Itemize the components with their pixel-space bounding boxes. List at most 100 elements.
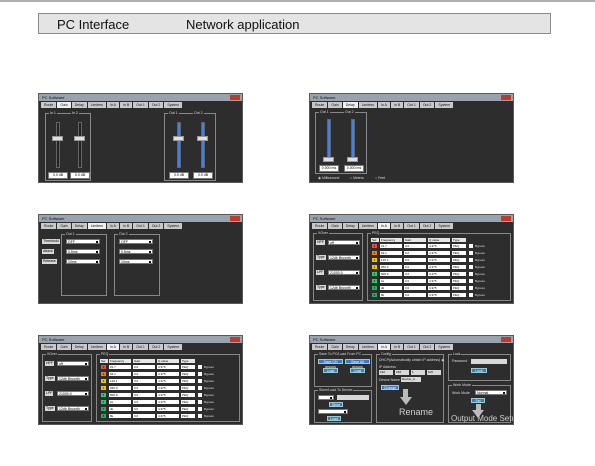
tab-route[interactable]: Route bbox=[312, 344, 328, 350]
peq-bypass-checkbox[interactable] bbox=[469, 279, 473, 283]
limiter-out2-release-select[interactable]: 10ms bbox=[119, 259, 153, 264]
peq-band-select-button[interactable]: 2 bbox=[101, 372, 106, 376]
tab-route[interactable]: Route bbox=[312, 223, 328, 229]
peq-type-select[interactable]: PEQ bbox=[181, 372, 195, 376]
window-close-button[interactable] bbox=[501, 216, 511, 221]
tab-out-2[interactable]: Out 2 bbox=[148, 344, 164, 350]
peq-q-field[interactable]: 4.375 bbox=[157, 407, 179, 411]
peq-band-select-button[interactable]: 3 bbox=[372, 258, 377, 262]
xover-field-select[interactable]: 12db Bruwrth bbox=[328, 255, 360, 260]
peq-gain-field[interactable]: 0.0 bbox=[404, 272, 426, 276]
peq-q-field[interactable]: 4.375 bbox=[428, 251, 450, 255]
peq-frequency-field[interactable]: 63.1 bbox=[109, 372, 131, 376]
tab-out-2[interactable]: Out 2 bbox=[419, 344, 435, 350]
peq-type-select[interactable]: PEQ bbox=[181, 414, 195, 418]
set-button[interactable]: Set bbox=[471, 398, 485, 403]
gain-out2-fader-track[interactable] bbox=[201, 122, 205, 168]
gain-out1-fader-knob[interactable] bbox=[173, 136, 184, 141]
work-mode-select[interactable]: Normal bbox=[475, 390, 507, 395]
peq-band-select-button[interactable]: 2 bbox=[372, 251, 377, 255]
tab-in-a[interactable]: In A bbox=[106, 223, 120, 229]
tab-in-b[interactable]: In B bbox=[391, 223, 404, 229]
peq-gain-field[interactable]: 0.0 bbox=[404, 251, 426, 255]
peq-frequency-field[interactable]: 31.7 bbox=[380, 244, 402, 248]
peq-frequency-field[interactable]: 125.1 bbox=[380, 258, 402, 262]
peq-bypass-checkbox[interactable] bbox=[469, 251, 473, 255]
peq-q-field[interactable]: 4.375 bbox=[428, 244, 450, 248]
ip-octet-3-field[interactable]: 1 bbox=[411, 370, 425, 375]
peq-bypass-checkbox[interactable] bbox=[469, 286, 473, 290]
tab-gain[interactable]: Gain bbox=[57, 223, 71, 229]
delay-out1-value[interactable]: 0.000 ms bbox=[319, 165, 339, 172]
xover-field-select[interactable]: 12db Bruwrth bbox=[57, 376, 89, 381]
ip-octet-4-field[interactable]: 100 bbox=[427, 370, 441, 375]
peq-bypass-checkbox[interactable] bbox=[469, 258, 473, 262]
peq-type-select[interactable]: PEQ bbox=[181, 365, 195, 369]
tab-gain[interactable]: Gain bbox=[57, 102, 71, 108]
peq-frequency-field[interactable]: 1k bbox=[380, 279, 402, 283]
peq-frequency-field[interactable]: 4k bbox=[380, 286, 402, 290]
peq-gain-field[interactable]: 0.0 bbox=[404, 286, 426, 290]
tab-out-1[interactable]: Out 1 bbox=[404, 344, 419, 350]
peq-bypass-checkbox[interactable] bbox=[469, 244, 473, 248]
delay-unit-feet-radio[interactable]: ○ Feet bbox=[375, 176, 385, 180]
tab-route[interactable]: Route bbox=[41, 344, 57, 350]
peq-frequency-field[interactable]: 250.0 bbox=[109, 386, 131, 390]
tab-out-1[interactable]: Out 1 bbox=[133, 102, 148, 108]
password-field[interactable] bbox=[471, 359, 507, 364]
peq-type-select[interactable]: PEQ bbox=[452, 272, 466, 276]
tab-route[interactable]: Route bbox=[41, 223, 57, 229]
tab-route[interactable]: Route bbox=[312, 102, 328, 108]
peq-frequency-field[interactable]: 500.0 bbox=[109, 393, 131, 397]
peq-q-field[interactable]: 4.375 bbox=[428, 293, 450, 297]
tab-in-a[interactable]: In A bbox=[377, 102, 391, 108]
peq-frequency-field[interactable]: 63.1 bbox=[380, 251, 402, 255]
peq-q-field[interactable]: 4.375 bbox=[157, 414, 179, 418]
peq-bypass-checkbox[interactable] bbox=[469, 293, 473, 297]
gain-in2-fader-knob[interactable] bbox=[74, 136, 85, 141]
tab-out-1[interactable]: Out 1 bbox=[404, 102, 419, 108]
peq-gain-field[interactable]: 0.0 bbox=[133, 393, 155, 397]
limiter-out1-release-select[interactable]: 10ms bbox=[66, 259, 100, 264]
delay-unit-millisecond-radio[interactable]: ◉ Millisecond bbox=[318, 176, 339, 180]
peq-band-select-button[interactable]: 1 bbox=[372, 244, 377, 248]
peq-bypass-checkbox[interactable] bbox=[469, 272, 473, 276]
tab-out-2[interactable]: Out 2 bbox=[419, 223, 435, 229]
peq-q-field[interactable]: 4.375 bbox=[428, 258, 450, 262]
tab-out-2[interactable]: Out 2 bbox=[148, 102, 164, 108]
change-button[interactable]: Change bbox=[381, 385, 399, 390]
xover-field-select[interactable]: 21000.0 bbox=[57, 391, 89, 396]
tab-delay[interactable]: Delay bbox=[71, 223, 87, 229]
peq-band-select-button[interactable]: 8 bbox=[101, 414, 106, 418]
save-all-groups-button[interactable]: Save All groups bbox=[345, 359, 370, 369]
tab-delay[interactable]: Delay bbox=[342, 223, 358, 229]
peq-gain-field[interactable]: 0.0 bbox=[133, 400, 155, 404]
tab-out-1[interactable]: Out 1 bbox=[133, 223, 148, 229]
tab-limiters[interactable]: Limiters bbox=[358, 102, 377, 108]
peq-q-field[interactable]: 4.375 bbox=[157, 379, 179, 383]
tab-system[interactable]: System bbox=[435, 223, 454, 229]
peq-band-select-button[interactable]: 7 bbox=[101, 407, 106, 411]
load-slot-select[interactable] bbox=[318, 409, 348, 414]
gain-in2-value[interactable]: 0.0 dB bbox=[70, 172, 90, 179]
peq-type-select[interactable]: PEQ bbox=[181, 386, 195, 390]
delay-out2-fader-knob[interactable] bbox=[347, 157, 358, 162]
load-from-pc-button-2[interactable]: Load bbox=[350, 368, 365, 373]
tab-system[interactable]: System bbox=[435, 344, 454, 350]
tab-system[interactable]: System bbox=[164, 223, 183, 229]
tab-in-a[interactable]: In A bbox=[106, 102, 120, 108]
gain-out2-value[interactable]: 0.0 dB bbox=[193, 172, 213, 179]
peq-type-select[interactable]: PEQ bbox=[452, 258, 466, 262]
peq-type-select[interactable]: PEQ bbox=[452, 286, 466, 290]
peq-gain-field[interactable]: 0.0 bbox=[133, 414, 155, 418]
xover-field-select[interactable]: 12db Bruwrth bbox=[328, 285, 360, 290]
gain-out1-fader-track[interactable] bbox=[177, 122, 181, 168]
peq-type-select[interactable]: PEQ bbox=[452, 293, 466, 297]
tab-limiters[interactable]: Limiters bbox=[87, 223, 106, 229]
tab-in-b[interactable]: In B bbox=[391, 102, 404, 108]
tab-in-b[interactable]: In B bbox=[391, 344, 404, 350]
limiter-out2-threshold-select[interactable]: OFF bbox=[119, 239, 153, 244]
peq-frequency-field[interactable]: 125.1 bbox=[109, 379, 131, 383]
peq-frequency-field[interactable]: 31.7 bbox=[109, 365, 131, 369]
device-name-field[interactable]: Device_A bbox=[401, 377, 421, 382]
